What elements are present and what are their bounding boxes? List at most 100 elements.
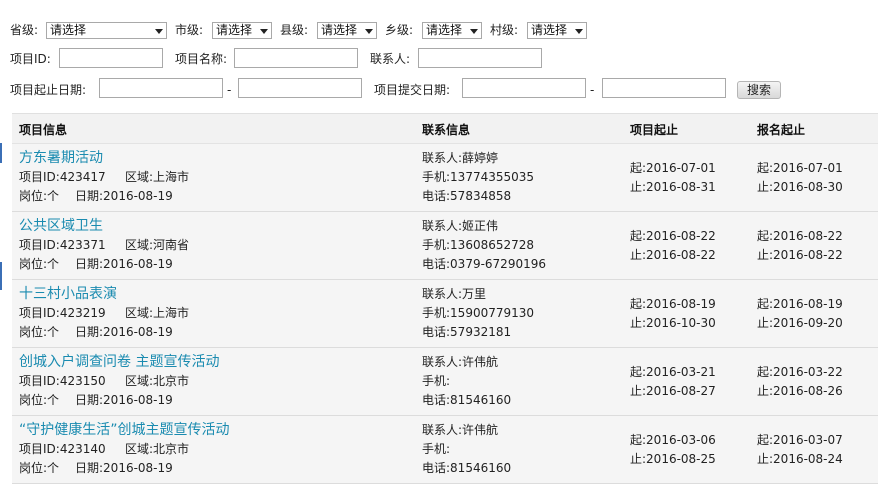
project-start-text: 起:2016-08-19 (630, 297, 716, 311)
project-start-text: 起:2016-03-21 (630, 365, 716, 379)
project-position-text: 岗位:个 (19, 257, 60, 271)
project-end-text: 止:2016-08-25 (630, 452, 716, 466)
signup-end-text: 止:2016-08-24 (757, 452, 843, 466)
contact-mobile-text: 手机:15900779130 (422, 306, 535, 320)
signup-end-text: 止:2016-08-22 (757, 248, 843, 262)
table-row: 方东暑期活动 项目ID:423417 区域:上海市 岗位:个 日期:2016-0… (12, 144, 878, 212)
project-date-text: 日期:2016-08-19 (75, 189, 173, 203)
project-region-text: 区域:北京市 (125, 374, 190, 388)
project-end-text: 止:2016-08-22 (630, 248, 716, 262)
project-id-text: 项目ID:423150 (19, 374, 106, 388)
project-title-link[interactable]: 创城入户调查问卷 主题宣传活动 (19, 353, 219, 371)
signup-end-text: 止:2016-08-26 (757, 384, 843, 398)
table-row: 十三村小品表演 项目ID:423219 区域:上海市 岗位:个 日期:2016-… (12, 280, 878, 348)
contact-phone-text: 电话:81546160 (422, 393, 512, 407)
contact-mobile-text: 手机: (422, 374, 451, 388)
project-title-link[interactable]: “守护健康生活”创城主题宣传活动 (19, 421, 230, 439)
project-region-text: 区域:北京市 (125, 442, 190, 456)
project-region-text: 区域:河南省 (125, 238, 190, 252)
project-id-input[interactable] (59, 48, 163, 68)
header-signup-period: 报名起止 (757, 123, 806, 137)
city-select[interactable]: 请选择 (212, 22, 272, 39)
county-select[interactable]: 请选择 (317, 22, 377, 39)
left-accent-bar (0, 143, 2, 163)
village-select[interactable]: 请选择 (527, 22, 587, 39)
header-project-period: 项目起止 (630, 123, 679, 137)
signup-end-text: 止:2016-09-20 (757, 316, 843, 330)
contact-input[interactable] (418, 48, 542, 68)
project-date-text: 日期:2016-08-19 (75, 257, 173, 271)
province-label: 省级: (10, 23, 39, 37)
province-select-value: 请选择 (50, 23, 87, 37)
contact-name-text: 联系人:姬正伟 (422, 219, 499, 233)
left-accent-bar (0, 262, 2, 290)
project-position-text: 岗位:个 (19, 189, 60, 203)
contact-name-text: 联系人:薛婷婷 (422, 151, 499, 165)
village-select-value: 请选择 (531, 23, 568, 37)
contact-mobile-text: 手机: (422, 442, 451, 456)
table-body: 方东暑期活动 项目ID:423417 区域:上海市 岗位:个 日期:2016-0… (12, 144, 878, 484)
signup-start-text: 起:2016-08-19 (757, 297, 843, 311)
contact-phone-text: 电话:0379-67290196 (422, 257, 546, 271)
contact-mobile-text: 手机:13774355035 (422, 170, 535, 184)
project-name-label: 项目名称: (175, 52, 228, 66)
signup-start-text: 起:2016-08-22 (757, 229, 843, 243)
table-row: 公共区域卫生 项目ID:423371 区域:河南省 岗位:个 日期:2016-0… (12, 212, 878, 280)
province-select[interactable]: 请选择 (46, 22, 167, 39)
submit-date-label: 项目提交日期: (374, 83, 451, 97)
contact-name-text: 联系人:许伟航 (422, 355, 499, 369)
project-id-text: 项目ID:423140 (19, 442, 106, 456)
contact-phone-text: 电话:57834858 (422, 189, 512, 203)
date-range-dash: - (227, 83, 232, 97)
contact-name-text: 联系人:许伟航 (422, 423, 499, 437)
table-row: 创城入户调查问卷 主题宣传活动 项目ID:423150 区域:北京市 岗位:个 … (12, 348, 878, 416)
project-end-text: 止:2016-10-30 (630, 316, 716, 330)
project-end-text: 止:2016-08-27 (630, 384, 716, 398)
village-label: 村级: (490, 23, 519, 37)
project-position-text: 岗位:个 (19, 325, 60, 339)
project-start-date-input[interactable] (99, 78, 223, 98)
date-range-dash: - (590, 83, 595, 97)
signup-start-text: 起:2016-03-07 (757, 433, 843, 447)
town-label: 乡级: (385, 23, 414, 37)
chevron-down-icon (575, 29, 583, 34)
submit-end-date-input[interactable] (602, 78, 726, 98)
signup-end-text: 止:2016-08-30 (757, 180, 843, 194)
submit-start-date-input[interactable] (462, 78, 586, 98)
town-select-value: 请选择 (426, 23, 463, 37)
project-start-text: 起:2016-07-01 (630, 161, 716, 175)
project-title-link[interactable]: 公共区域卫生 (19, 217, 103, 235)
city-label: 市级: (175, 23, 204, 37)
project-end-text: 止:2016-08-31 (630, 180, 716, 194)
county-label: 县级: (280, 23, 309, 37)
header-contact-info: 联系信息 (422, 123, 471, 137)
results-table: 项目信息 联系信息 项目起止 报名起止 方东暑期活动 项目ID:423417 区… (12, 113, 878, 484)
project-title-link[interactable]: 方东暑期活动 (19, 149, 103, 167)
project-id-text: 项目ID:423417 (19, 170, 106, 184)
header-project-info: 项目信息 (19, 123, 68, 137)
contact-mobile-text: 手机:13608652728 (422, 238, 535, 252)
search-button[interactable]: 搜索 (737, 81, 781, 99)
project-id-label: 项目ID: (10, 52, 51, 66)
project-date-text: 日期:2016-08-19 (75, 461, 173, 475)
town-select[interactable]: 请选择 (422, 22, 482, 39)
project-date-label: 项目起止日期: (10, 83, 87, 97)
project-end-date-input[interactable] (238, 78, 362, 98)
project-start-text: 起:2016-08-22 (630, 229, 716, 243)
project-region-text: 区域:上海市 (125, 170, 190, 184)
project-name-input[interactable] (234, 48, 358, 68)
signup-start-text: 起:2016-03-22 (757, 365, 843, 379)
project-title-link[interactable]: 十三村小品表演 (19, 285, 117, 303)
city-select-value: 请选择 (216, 23, 253, 37)
contact-name-text: 联系人:万里 (422, 287, 487, 301)
project-id-text: 项目ID:423371 (19, 238, 106, 252)
project-date-text: 日期:2016-08-19 (75, 325, 173, 339)
chevron-down-icon (260, 29, 268, 34)
table-header: 项目信息 联系信息 项目起止 报名起止 (12, 114, 878, 144)
table-row: “守护健康生活”创城主题宣传活动 项目ID:423140 区域:北京市 岗位:个… (12, 416, 878, 484)
project-id-text: 项目ID:423219 (19, 306, 106, 320)
contact-label: 联系人: (370, 52, 411, 66)
chevron-down-icon (155, 29, 163, 34)
county-select-value: 请选择 (321, 23, 358, 37)
project-start-text: 起:2016-03-06 (630, 433, 716, 447)
